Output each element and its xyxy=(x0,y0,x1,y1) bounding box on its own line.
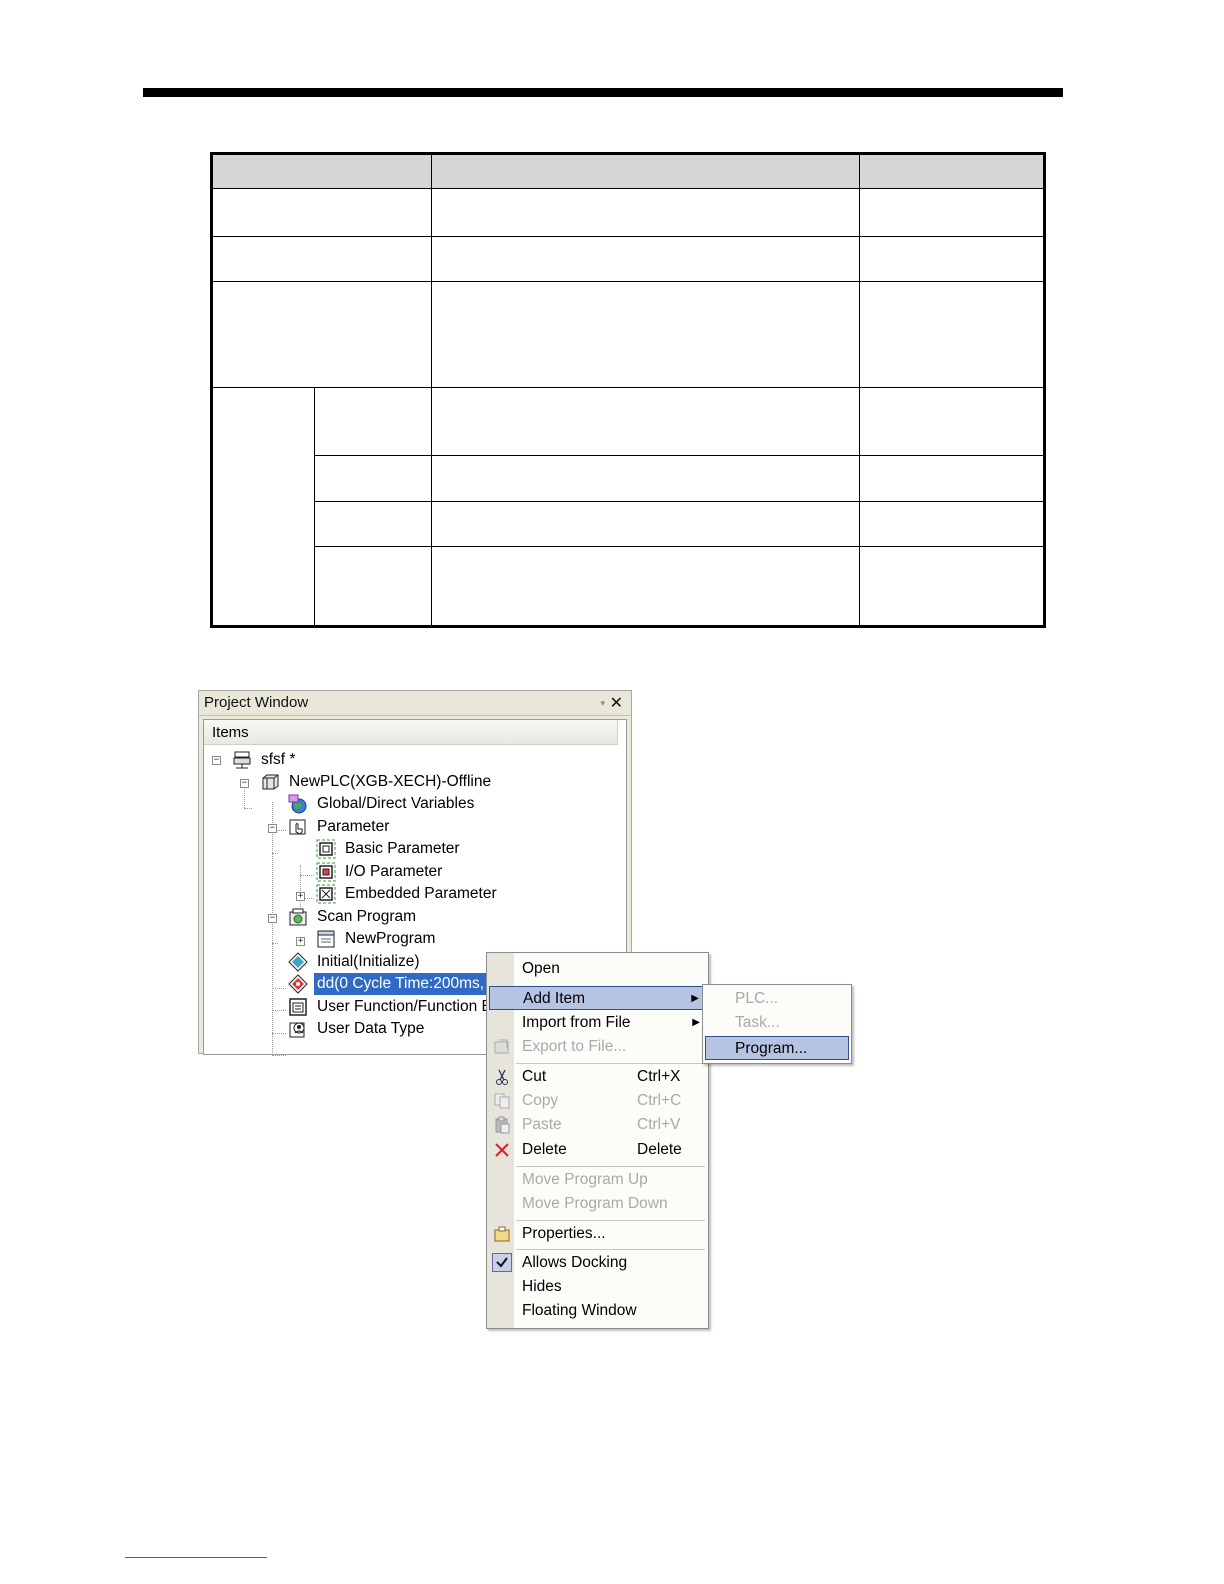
collapse-plc-icon[interactable]: − xyxy=(240,779,249,788)
submenu-item-program[interactable]: Program... xyxy=(705,1036,849,1060)
submenu-item-task[interactable]: Task... xyxy=(705,1011,849,1035)
tree-item-label: User Data Type xyxy=(317,1020,425,1037)
tree-item-label: sfsf * xyxy=(261,751,296,768)
tree-item-label: NewPLC(XGB-XECH)-Offline xyxy=(289,773,492,790)
close-icon[interactable]: ✕ xyxy=(610,693,623,713)
menu-item-floating-window[interactable]: Floating Window xyxy=(489,1299,706,1323)
scissors-icon xyxy=(496,1069,508,1085)
submenu-arrow-icon: ▶ xyxy=(691,993,699,1004)
tree-item-label: Scan Program xyxy=(317,908,417,925)
plc-icon xyxy=(262,774,279,790)
collapse-parameter-icon[interactable]: − xyxy=(268,824,277,833)
properties-icon xyxy=(494,1226,510,1242)
table-header-row xyxy=(213,155,1043,188)
menu-item-move-program-up[interactable]: Move Program Up xyxy=(489,1168,706,1192)
expand-newprogram-icon[interactable]: + xyxy=(296,937,305,946)
tree-item-label: NewProgram xyxy=(345,930,436,947)
menu-item-properties[interactable]: Properties... xyxy=(489,1222,706,1246)
paste-icon xyxy=(495,1116,510,1134)
project-window-titlebar: Project Window ▾ ✕ xyxy=(199,691,631,716)
cycle-task-icon xyxy=(288,974,308,994)
embedded-parameter-icon xyxy=(316,884,336,904)
menu-item-hides[interactable]: Hides xyxy=(489,1275,706,1299)
project-icon xyxy=(233,751,251,769)
collapse-scan-program-icon[interactable]: − xyxy=(268,914,277,923)
add-item-submenu: PLC... Task... Program... xyxy=(702,984,852,1064)
io-parameter-icon xyxy=(316,862,336,882)
checkmark-icon xyxy=(492,1253,512,1272)
expand-embedded-parameter-icon[interactable]: + xyxy=(296,892,305,901)
menu-item-export-to-file[interactable]: Export to File... xyxy=(489,1035,706,1059)
tree-item-label: Parameter xyxy=(317,818,390,835)
menu-item-delete[interactable]: Delete Delete xyxy=(489,1138,706,1162)
tree-item-label: Global/Direct Variables xyxy=(317,795,475,812)
initial-task-icon xyxy=(288,952,308,972)
tree-item-label: dd(0 Cycle Time:200ms, P xyxy=(314,973,502,995)
header-rule xyxy=(143,88,1063,97)
menu-item-move-program-down[interactable]: Move Program Down xyxy=(489,1192,706,1216)
menu-item-add-item[interactable]: Add Item ▶ xyxy=(489,986,706,1010)
project-window-title: Project Window xyxy=(204,694,309,711)
tree-item-label: Embedded Parameter xyxy=(345,885,497,902)
menu-item-import-from-file[interactable]: Import from File ▶ xyxy=(489,1011,706,1035)
submenu-item-plc[interactable]: PLC... xyxy=(705,987,849,1011)
menu-item-open[interactable]: Open xyxy=(489,957,706,981)
copy-icon xyxy=(494,1093,510,1109)
program-icon xyxy=(317,930,335,948)
tree-item-label: Basic Parameter xyxy=(345,840,460,857)
scan-program-icon xyxy=(289,908,307,926)
spec-table xyxy=(210,152,1046,628)
tree-item-label: Initial(Initialize) xyxy=(317,953,420,970)
basic-parameter-icon xyxy=(316,839,336,859)
user-function-icon xyxy=(289,998,307,1016)
delete-x-icon xyxy=(495,1143,509,1157)
export-icon xyxy=(494,1039,509,1054)
tree-item-label: User Function/Function B xyxy=(317,998,492,1015)
footer-link-underline xyxy=(125,1557,267,1558)
menu-item-copy[interactable]: Copy Ctrl+C xyxy=(489,1089,706,1113)
window-options-icon[interactable]: ▾ xyxy=(600,698,605,709)
tree-item-label: I/O Parameter xyxy=(345,863,443,880)
menu-item-paste[interactable]: Paste Ctrl+V xyxy=(489,1113,706,1137)
globe-variables-icon xyxy=(288,794,307,814)
menu-item-allows-docking[interactable]: Allows Docking xyxy=(489,1251,706,1275)
menu-item-cut[interactable]: Cut Ctrl+X xyxy=(489,1065,706,1089)
collapse-project-icon[interactable]: − xyxy=(212,756,221,765)
submenu-arrow-icon: ▶ xyxy=(692,1017,700,1028)
context-menu: Open Add Item ▶ Import from File ▶ Export … xyxy=(486,952,709,1329)
user-data-type-icon xyxy=(289,1022,305,1038)
parameter-icon xyxy=(289,819,306,835)
